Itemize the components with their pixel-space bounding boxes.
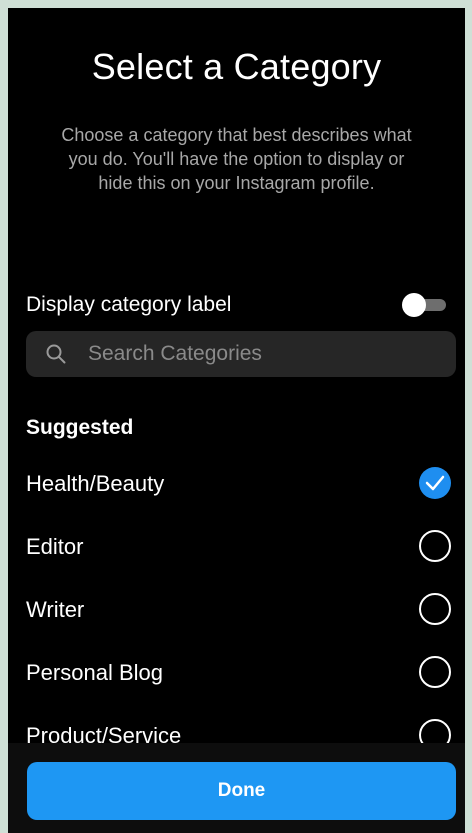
- list-item-label: Writer: [26, 597, 85, 622]
- list-item-editor[interactable]: Editor: [8, 516, 465, 578]
- bottom-action-bar: Done: [8, 743, 465, 833]
- list-item-personal-blog[interactable]: Personal Blog: [8, 642, 465, 704]
- toggle-knob: [402, 293, 426, 317]
- suggested-heading: Suggested: [26, 416, 134, 439]
- display-category-label-toggle[interactable]: [402, 293, 446, 317]
- unselected-radio[interactable]: [419, 656, 451, 688]
- search-input[interactable]: [88, 331, 438, 377]
- page-title: Select a Category: [91, 46, 382, 87]
- unselected-radio[interactable]: [419, 530, 451, 562]
- display-category-label-text: Display category label: [26, 293, 232, 316]
- list-item-label: Editor: [26, 534, 84, 559]
- unselected-radio[interactable]: [419, 593, 451, 625]
- page-subtitle: Choose a category that best describes wh…: [61, 125, 412, 193]
- check-icon: [425, 475, 445, 491]
- list-item-label: Personal Blog: [26, 660, 163, 685]
- list-item-writer[interactable]: Writer: [8, 579, 465, 641]
- list-item-health-beauty[interactable]: Health/Beauty: [8, 453, 465, 515]
- list-item-label: Health/Beauty: [26, 471, 165, 496]
- done-button[interactable]: Done: [27, 762, 456, 820]
- category-selection-screen: Select a Category Choose a category that…: [8, 8, 465, 833]
- display-category-label-row: Display category label: [26, 291, 456, 321]
- selected-radio[interactable]: [419, 467, 451, 499]
- search-bar[interactable]: [26, 331, 456, 377]
- search-icon: [46, 344, 66, 364]
